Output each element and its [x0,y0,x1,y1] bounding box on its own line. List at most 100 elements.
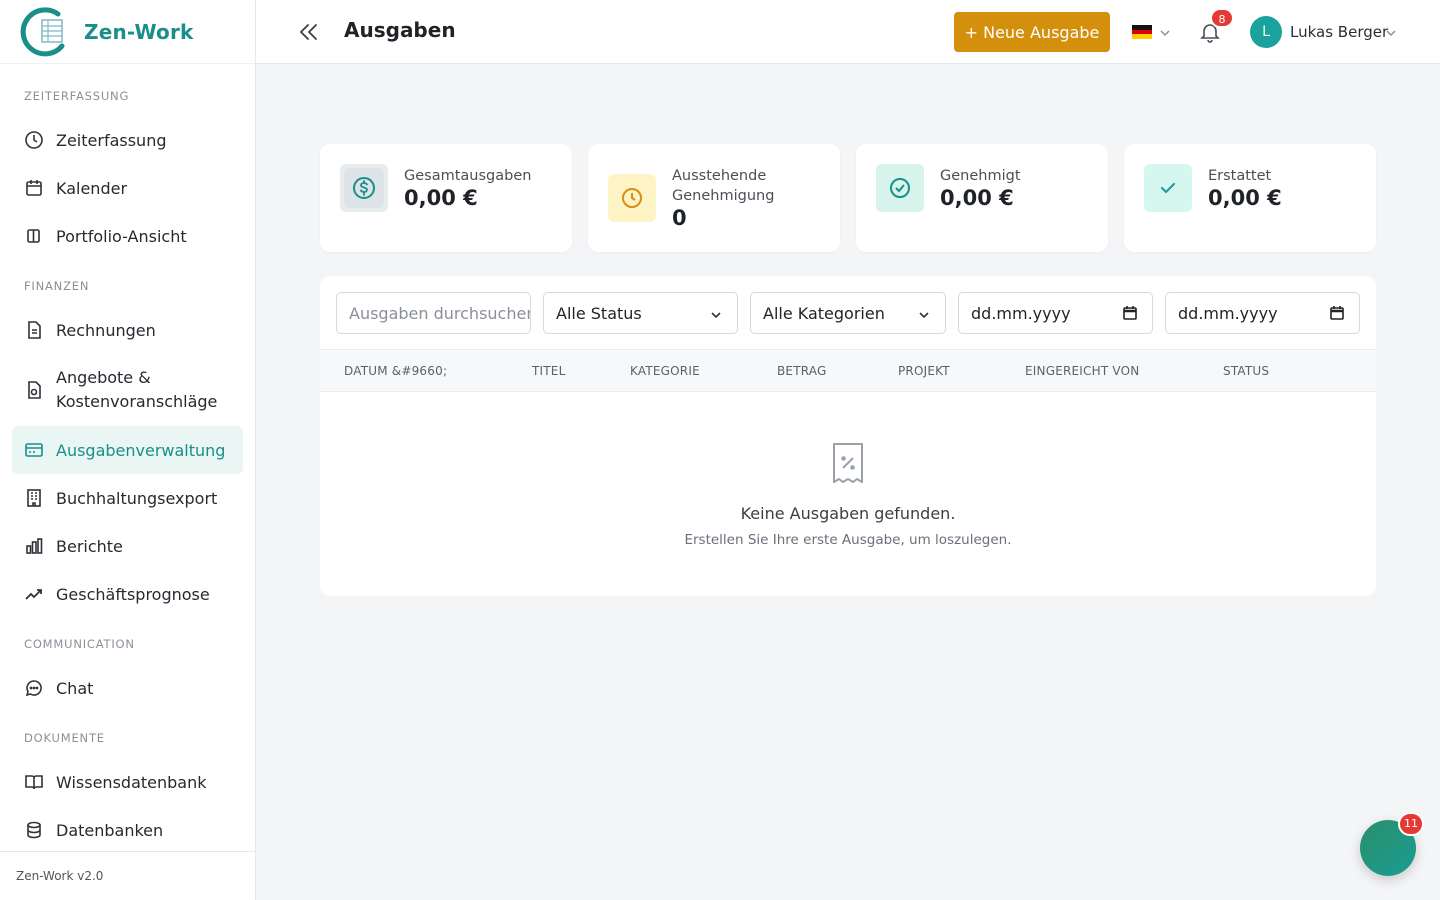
sidebar-nav: ZEITERFASSUNG Zeiterfassung Kalender Por… [0,64,255,854]
sidebar: Zen-Work ZEITERFASSUNG Zeiterfassung Kal… [0,0,256,900]
sidebar-item-buchhaltungsexport[interactable]: Buchhaltungsexport [0,474,242,522]
chevron-down-icon[interactable] [1158,25,1172,39]
sidebar-item-label: Buchhaltungsexport [56,488,218,508]
page-title: Ausgaben [344,18,456,42]
check-icon [1144,164,1192,212]
section-title-finanzen: FINANZEN [24,279,90,293]
columns-icon [24,226,44,246]
stat-value: 0,00 € [940,186,1014,210]
app-version: Zen-Work v2.0 [0,851,255,900]
category-select-value: Alle Kategorien [763,303,885,323]
sidebar-item-label: Angebote & Kostenvoranschläge [56,368,218,411]
stat-value: 0 [672,206,687,230]
building-icon [24,488,44,508]
stat-value: 0,00 € [404,186,478,210]
column-header-datum[interactable]: DATUM &#9660; [344,364,447,378]
sidebar-item-ausgabenverwaltung[interactable]: Ausgabenverwaltung [12,426,243,474]
book-icon [24,772,44,792]
bar-chart-icon [24,536,44,556]
section-title-dokumente: DOKUMENTE [24,731,105,745]
stat-label: Gesamtausgaben [404,168,532,184]
chevron-down-icon [709,307,723,321]
search-input-wrapper[interactable] [336,292,531,334]
sidebar-item-label: Rechnungen [56,320,156,340]
stat-card-pending: Ausstehende Genehmigung 0 [588,144,840,252]
check-circle-icon [876,164,924,212]
stat-value: 0,00 € [1208,186,1282,210]
sidebar-item-zeiterfassung[interactable]: Zeiterfassung [0,116,242,164]
stat-label: Genehmigt [940,168,1021,184]
logo-icon [18,6,70,58]
date-from-input[interactable]: dd.mm.yyyy [958,292,1153,334]
empty-subtitle: Erstellen Sie Ihre erste Ausgabe, um los… [684,532,1012,548]
sidebar-item-wissensdatenbank[interactable]: Wissensdatenbank [0,758,242,806]
calendar-icon[interactable] [1122,305,1138,321]
chevron-down-icon [917,307,931,321]
logo-text: Zen-Work [84,19,194,44]
stat-card-total: Gesamtausgaben 0,00 € [320,144,572,252]
receipt-icon [831,442,865,484]
top-header: Ausgaben + Neue Ausgabe 8 L Lukas Berger [256,0,1440,64]
status-select-value: Alle Status [556,303,642,323]
search-input[interactable] [349,303,530,323]
category-select[interactable]: Alle Kategorien [750,292,946,334]
stat-card-approved: Genehmigt 0,00 € [856,144,1108,252]
sidebar-item-label: Wissensdatenbank [56,772,207,792]
column-header-status[interactable]: STATUS [1223,364,1269,378]
avatar[interactable]: L [1250,16,1282,48]
quote-icon [24,380,44,400]
column-header-eingereicht-von[interactable]: EINGEREICHT VON [1025,364,1139,378]
sidebar-item-datenbanken[interactable]: Datenbanken [0,806,242,854]
trend-icon [24,584,44,604]
empty-state: Keine Ausgaben gefunden. Erstellen Sie I… [320,392,1376,596]
section-title-communication: COMMUNICATION [24,637,135,651]
chevron-down-icon[interactable] [1384,25,1398,39]
column-header-titel[interactable]: TITEL [532,364,565,378]
stat-label: Erstattet [1208,168,1272,184]
chat-icon [24,678,44,698]
column-header-kategorie[interactable]: KATEGORIE [630,364,700,378]
column-header-projekt[interactable]: PROJEKT [898,364,950,378]
status-select[interactable]: Alle Status [543,292,738,334]
filter-bar: Alle Status Alle Kategorien dd.mm.yyyy d… [320,276,1376,350]
dollar-icon [340,164,388,212]
new-expense-button[interactable]: + Neue Ausgabe [954,12,1110,52]
stat-card-reimbursed: Erstattet 0,00 € [1124,144,1376,252]
section-title-zeiterfassung: ZEITERFASSUNG [24,89,130,103]
stat-label: Ausstehende Genehmigung [672,168,775,204]
document-icon [24,320,44,340]
sidebar-item-label: Chat [56,678,94,698]
date-to-value: dd.mm.yyyy [1178,303,1278,323]
column-header-betrag[interactable]: BETRAG [777,364,827,378]
chat-fab-badge: 11 [1398,812,1424,836]
sidebar-item-label: Zeiterfassung [56,130,167,150]
logo[interactable]: Zen-Work [0,0,255,64]
table-header: DATUM &#9660; TITEL KATEGORIE BETRAG PRO… [320,350,1376,392]
expenses-panel: Alle Status Alle Kategorien dd.mm.yyyy d… [320,276,1376,596]
collapse-sidebar-icon[interactable] [296,20,320,44]
sidebar-item-label: Datenbanken [56,820,164,840]
user-name[interactable]: Lukas Berger [1290,23,1388,41]
sidebar-item-label: Portfolio-Ansicht [56,226,187,246]
sidebar-item-label: Berichte [56,536,123,556]
sidebar-item-rechnungen[interactable]: Rechnungen [0,306,242,354]
sidebar-item-chat[interactable]: Chat [0,664,242,712]
sidebar-item-berichte[interactable]: Berichte [0,522,242,570]
clock-icon [608,174,656,222]
sidebar-item-kalender[interactable]: Kalender [0,164,242,212]
calendar-icon[interactable] [1329,305,1345,321]
sidebar-item-label: Geschäftsprognose [56,584,210,604]
sidebar-item-portfolio[interactable]: Portfolio-Ansicht [0,212,242,260]
date-from-value: dd.mm.yyyy [971,303,1071,323]
sidebar-item-angebote[interactable]: Angebote & Kostenvoranschläge [0,354,242,426]
notification-badge: 8 [1210,8,1234,28]
database-icon [24,820,44,840]
date-to-input[interactable]: dd.mm.yyyy [1165,292,1360,334]
card-icon [24,440,44,460]
sidebar-item-label: Kalender [56,178,128,198]
sidebar-item-geschaeftsprognose[interactable]: Geschäftsprognose [0,570,242,618]
empty-title: Keine Ausgaben gefunden. [740,504,956,523]
sidebar-item-label: Ausgabenverwaltung [56,440,226,460]
calendar-icon [24,178,44,198]
german-flag-icon[interactable] [1132,25,1152,40]
